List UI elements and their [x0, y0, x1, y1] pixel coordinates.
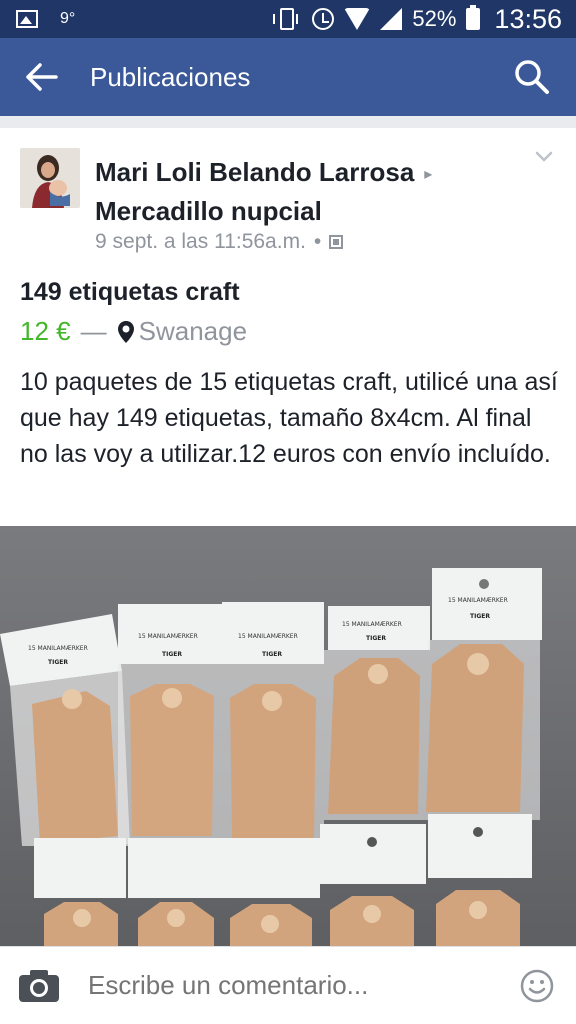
post-author: Mari Loli Belando Larrosa ▸ Mercadillo nu…	[95, 154, 535, 230]
package-brand: TIGER	[470, 613, 490, 620]
package-brand: TIGER	[162, 651, 182, 658]
group-privacy-icon	[329, 235, 344, 249]
camera-icon[interactable]	[18, 969, 60, 1003]
listing-title: 149 etiquetas craft	[20, 278, 240, 306]
post-timestamp[interactable]: 9 sept. a las 11:56a.m.	[95, 230, 306, 254]
feed-divider	[0, 116, 576, 128]
wifi-icon	[344, 8, 371, 30]
page-title: Publicaciones	[90, 61, 251, 92]
post-card: Mari Loli Belando Larrosa ▸ Mercadillo nu…	[0, 128, 576, 526]
signal-icon	[380, 8, 403, 30]
author-name[interactable]: Mari Loli Belando Larrosa	[95, 157, 414, 187]
arrow-left-icon[interactable]	[10, 38, 74, 116]
tag-package: 15 MANILAMÆRKER TIGER	[0, 614, 130, 846]
vibrate-icon	[273, 8, 299, 30]
listing-photo[interactable]: 15 MANILAMÆRKER TIGER 15 MANILAMÆRKER TI…	[0, 526, 576, 946]
listing-location[interactable]: Swanage	[139, 316, 247, 347]
tag-package	[128, 838, 222, 946]
price-row: 12 € — Swanage	[20, 316, 247, 347]
location-pin-icon	[117, 320, 134, 343]
search-icon[interactable]	[502, 38, 562, 116]
tag-package: 15 MANILAMÆRKER TIGER	[426, 568, 542, 820]
package-label: 15 MANILAMÆRKER	[342, 621, 402, 628]
package-brand: TIGER	[262, 651, 282, 658]
smiley-icon[interactable]	[520, 969, 554, 1003]
package-label: 15 MANILAMÆRKER	[448, 597, 508, 604]
package-label: 15 MANILAMÆRKER	[238, 633, 298, 640]
status-bar: 9° 52% 13:56	[0, 0, 576, 38]
alarm-icon	[312, 8, 335, 30]
temperature: 9°	[60, 10, 76, 27]
tag-package: 15 MANILAMÆRKER TIGER	[324, 606, 430, 820]
package-brand: TIGER	[48, 659, 68, 666]
image-icon	[16, 10, 38, 28]
meta-separator: •	[313, 230, 322, 253]
listing-description: 10 paquetes de 15 etiquetas craft, utili…	[20, 368, 558, 468]
tag-package: 15 MANILAMÆRKER TIGER	[222, 602, 324, 844]
clock: 13:56	[494, 3, 562, 34]
package-label: 15 MANILAMÆRKER	[28, 645, 88, 652]
comment-bar	[0, 946, 576, 1024]
price-separator: —	[80, 316, 107, 346]
avatar[interactable]	[20, 148, 80, 208]
package-brand: TIGER	[366, 635, 386, 642]
comment-input[interactable]	[88, 970, 520, 1001]
arrow-right-icon: ▸	[424, 165, 433, 183]
post-meta: 9 sept. a las 11:56a.m. •	[95, 230, 344, 254]
app-bar: Publicaciones	[0, 38, 576, 116]
package-label: 15 MANILAMÆRKER	[138, 633, 198, 640]
chevron-down-icon[interactable]	[534, 150, 554, 164]
listing-price: 12 €	[20, 316, 71, 346]
battery-icon	[466, 5, 481, 30]
tag-package: 15 MANILAMÆRKER TIGER	[118, 604, 222, 844]
photo-tags-illustration: 15 MANILAMÆRKER TIGER 15 MANILAMÆRKER TI…	[0, 526, 576, 946]
battery-percent: 52%	[412, 6, 457, 31]
group-name[interactable]: Mercadillo nupcial	[95, 196, 322, 226]
tag-package	[222, 838, 320, 946]
tag-package	[34, 838, 126, 946]
